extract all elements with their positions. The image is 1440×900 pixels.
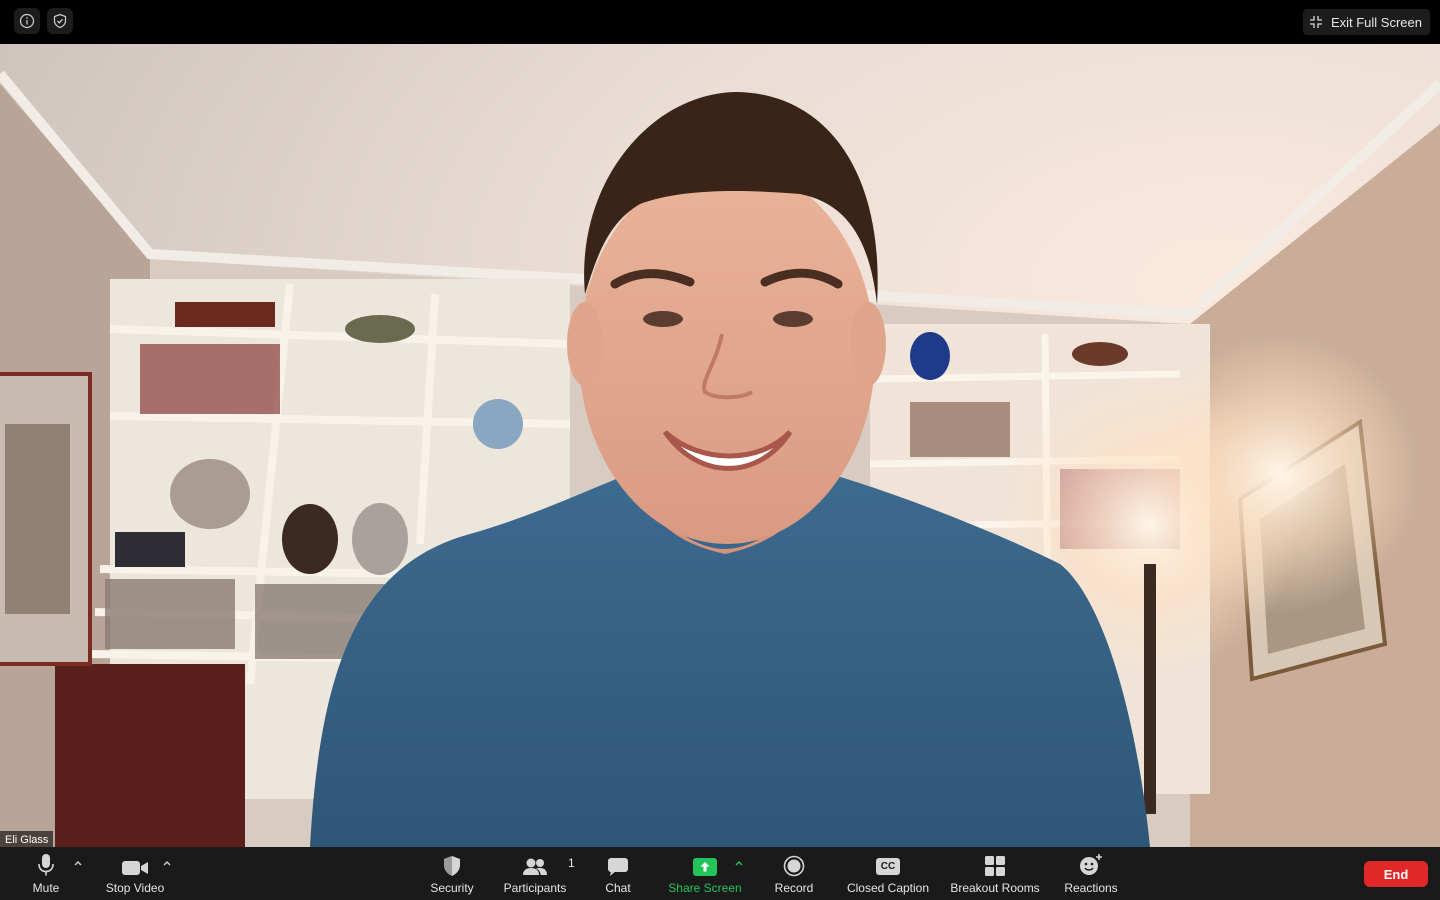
mute-button[interactable]: Mute bbox=[22, 847, 70, 900]
share-options-button[interactable] bbox=[734, 858, 744, 868]
record-label: Record bbox=[774, 881, 814, 895]
participant-video-frame bbox=[0, 44, 1440, 847]
closed-caption-glyph: CC bbox=[880, 861, 896, 872]
audio-options-button[interactable] bbox=[73, 858, 83, 868]
chevron-up-icon bbox=[74, 861, 82, 866]
reactions-icon bbox=[1080, 854, 1102, 875]
encryption-button[interactable] bbox=[47, 8, 73, 34]
share-screen-label: Share Screen bbox=[668, 881, 742, 895]
closed-caption-button[interactable]: CC Closed Caption bbox=[840, 847, 936, 900]
stop-video-label: Stop Video bbox=[105, 881, 165, 895]
closed-caption-label: Closed Caption bbox=[846, 881, 930, 895]
breakout-rooms-label: Breakout Rooms bbox=[950, 881, 1040, 895]
participants-count: 1 bbox=[568, 856, 575, 870]
breakout-rooms-icon bbox=[985, 856, 1005, 876]
security-button[interactable]: Security bbox=[422, 847, 482, 900]
participant-name-tag: Eli Glass bbox=[0, 831, 54, 847]
end-meeting-button[interactable]: End bbox=[1364, 861, 1428, 887]
video-options-button[interactable] bbox=[162, 858, 172, 868]
exit-full-screen-icon bbox=[1309, 16, 1322, 28]
chat-label: Chat bbox=[605, 881, 631, 895]
info-icon bbox=[19, 13, 35, 29]
security-label: Security bbox=[430, 881, 474, 895]
meeting-info-button[interactable] bbox=[14, 8, 40, 34]
record-icon bbox=[783, 855, 805, 877]
shield-icon bbox=[444, 856, 460, 876]
exit-full-screen-label: Exit Full Screen bbox=[1330, 14, 1422, 30]
record-button[interactable]: Record bbox=[768, 847, 820, 900]
chevron-up-icon bbox=[163, 861, 171, 866]
meeting-toolbar: Mute Stop Video Security 1 Participants … bbox=[0, 847, 1440, 900]
microphone-icon bbox=[38, 854, 54, 876]
closed-caption-icon: CC bbox=[876, 858, 900, 875]
share-screen-icon bbox=[693, 858, 717, 876]
top-bar: Exit Full Screen bbox=[0, 0, 1440, 44]
chat-button[interactable]: Chat bbox=[598, 847, 638, 900]
video-feed: Eli Glass bbox=[0, 44, 1440, 847]
participants-icon bbox=[523, 858, 547, 875]
participants-button[interactable]: 1 Participants bbox=[498, 847, 575, 900]
chat-icon bbox=[608, 858, 628, 876]
reactions-label: Reactions bbox=[1064, 881, 1118, 895]
exit-full-screen-button[interactable]: Exit Full Screen bbox=[1302, 9, 1430, 35]
participants-label: Participants bbox=[503, 881, 567, 895]
mute-label: Mute bbox=[32, 881, 60, 895]
stop-video-button[interactable]: Stop Video bbox=[100, 847, 170, 900]
share-screen-button[interactable]: Share Screen bbox=[662, 847, 748, 900]
video-camera-icon bbox=[122, 861, 148, 875]
chevron-up-icon bbox=[735, 861, 743, 866]
reactions-button[interactable]: Reactions bbox=[1058, 847, 1124, 900]
breakout-rooms-button[interactable]: Breakout Rooms bbox=[944, 847, 1046, 900]
shield-check-icon bbox=[53, 13, 67, 29]
